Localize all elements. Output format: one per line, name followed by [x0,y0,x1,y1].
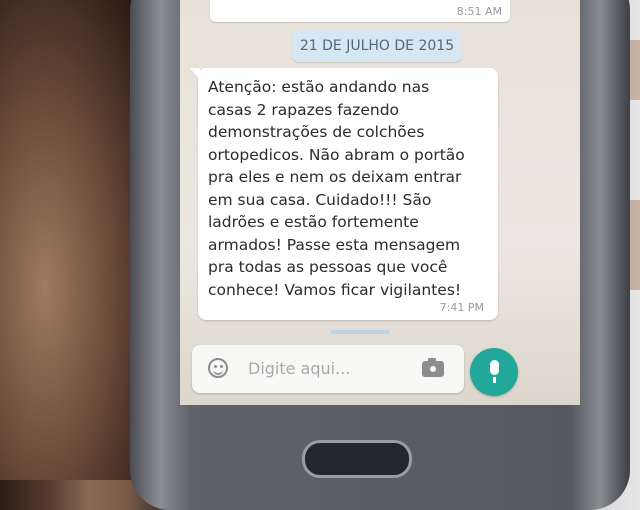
bubble-tail [190,68,200,80]
mic-icon [490,360,499,383]
emoji-icon[interactable] [208,358,228,378]
message-bubble[interactable]: Atenção: estão andando nas casas 2 rapaz… [190,68,498,320]
mic-button[interactable] [470,348,518,396]
emoji-mouth [213,368,223,375]
message-input[interactable]: Digite aqui... [248,359,350,378]
message-composer[interactable]: Digite aqui... [192,345,464,393]
phone-screen: 8:51 AM 21 DE JULHO DE 2015 Atenção: est… [180,0,580,405]
hand-left [0,0,150,480]
scroll-indicator [330,330,390,334]
message-time: 7:41 PM [439,301,484,314]
previous-message-time: 8:51 AM [456,5,502,18]
date-divider: 21 DE JULHO DE 2015 [292,30,462,62]
camera-icon[interactable] [422,358,444,377]
home-button[interactable] [302,440,412,478]
previous-message-bubble: 8:51 AM [210,0,510,22]
message-text: Atenção: estão andando nas casas 2 rapaz… [208,78,465,299]
